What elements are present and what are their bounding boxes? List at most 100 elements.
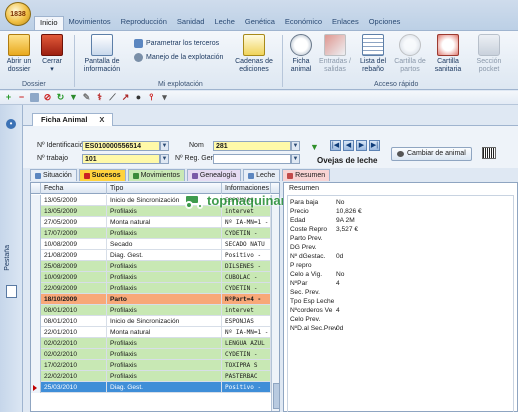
current-row-arrow-icon[interactable]: [31, 382, 41, 393]
chevron-down-icon[interactable]: ▾: [160, 93, 169, 102]
tab-leche[interactable]: Leche: [209, 16, 239, 30]
add-icon[interactable]: +: [4, 93, 13, 102]
first-record-button[interactable]: |◀: [330, 140, 341, 151]
chevron-down-icon[interactable]: ▼: [160, 141, 169, 151]
manejo-explotacion-button[interactable]: Manejo de la explotación: [134, 53, 223, 62]
table-row[interactable]: 08/01/2010 Inicio de Sincronización ESPONJ…: [31, 316, 279, 327]
cell-tipo[interactable]: Profilaxis: [107, 228, 222, 239]
row-selector[interactable]: [31, 327, 41, 338]
row-selector[interactable]: [31, 360, 41, 371]
cell-info[interactable]: DILSENES -: [222, 261, 271, 272]
row-selector[interactable]: [31, 316, 41, 327]
cell-fecha[interactable]: 08/01/2010: [41, 305, 107, 316]
column-header-fecha[interactable]: Fecha: [41, 183, 107, 194]
table-row[interactable]: 02/02/2010 Profilaxis LENGUA AZUL: [31, 338, 279, 349]
table-row[interactable]: 22/01/2010 Monta natural Nº IA-MN=1 -: [31, 327, 279, 338]
cell-info[interactable]: NºPart=4 -: [222, 294, 271, 305]
refresh-icon[interactable]: ↻: [56, 93, 65, 102]
cell-tipo[interactable]: Secado: [107, 239, 222, 250]
cell-fecha[interactable]: 17/02/2010: [41, 360, 107, 371]
reg-gen-field[interactable]: [213, 154, 291, 164]
cell-tipo[interactable]: Inicio de Sincronización: [107, 316, 222, 327]
cell-fecha[interactable]: 17/07/2009: [41, 228, 107, 239]
cadenas-ediciones-button[interactable]: Cadenas de ediciones: [232, 34, 276, 74]
row-selector[interactable]: [31, 349, 41, 360]
sheep-small-icon[interactable]: ●: [134, 93, 143, 102]
pin-icon[interactable]: •: [6, 119, 16, 129]
cell-tipo[interactable]: Profilaxis: [107, 305, 222, 316]
chevron-down-icon[interactable]: ▼: [160, 154, 169, 164]
cell-fecha[interactable]: 22/09/2009: [41, 283, 107, 294]
cell-tipo[interactable]: Diag. Gest.: [107, 382, 222, 393]
tab-ficha-animal[interactable]: Ficha Animal X: [32, 113, 114, 126]
document-icon[interactable]: [6, 285, 17, 298]
table-row[interactable]: 22/09/2009 Profilaxis CYDETIN -: [31, 283, 279, 294]
next-record-button[interactable]: ▶: [356, 140, 367, 151]
prev-record-button[interactable]: ◀: [343, 140, 354, 151]
cell-info[interactable]: CYDETIN -: [222, 283, 271, 294]
chevron-down-icon[interactable]: ▼: [291, 141, 300, 151]
row-selector[interactable]: [31, 228, 41, 239]
cell-tipo[interactable]: Parto: [107, 294, 222, 305]
row-selector[interactable]: [31, 294, 41, 305]
syringe-icon[interactable]: ⚕: [95, 93, 104, 102]
entradas-salidas-button[interactable]: Entradas / salidas: [316, 34, 354, 74]
tab-sucesos[interactable]: Sucesos: [78, 169, 126, 181]
save-icon[interactable]: [30, 93, 39, 102]
cell-tipo[interactable]: Profilaxis: [107, 349, 222, 360]
remove-icon[interactable]: −: [17, 93, 26, 102]
rail-label[interactable]: Pestaña: [4, 245, 18, 271]
cell-info[interactable]: Nº IA-MN=1 -: [222, 327, 271, 338]
seccion-pocket-button[interactable]: Sección pocket: [472, 34, 506, 74]
tab-genealogia[interactable]: Genealogía: [186, 169, 242, 181]
tab-leche-ficha[interactable]: Leche: [243, 169, 281, 181]
table-row[interactable]: 27/05/2009 Monta natural Nº IA-MN=1 -: [31, 217, 279, 228]
abrir-dossier-button[interactable]: Abrir un dossier: [4, 34, 34, 74]
filter-icon[interactable]: ▼: [69, 93, 78, 102]
arrow-icon[interactable]: ↗: [121, 93, 130, 102]
last-record-button[interactable]: ▶|: [369, 140, 380, 151]
row-selector[interactable]: [31, 371, 41, 382]
cell-fecha[interactable]: 02/02/2010: [41, 338, 107, 349]
row-selector[interactable]: [31, 272, 41, 283]
cell-tipo[interactable]: Profilaxis: [107, 261, 222, 272]
app-logo-icon[interactable]: 1838: [5, 2, 31, 26]
barcode-icon[interactable]: [482, 147, 496, 159]
cell-fecha[interactable]: 25/08/2009: [41, 261, 107, 272]
cell-info[interactable]: ESPONJAS: [222, 316, 271, 327]
tab-economico[interactable]: Económico: [280, 16, 327, 30]
trabajo-field[interactable]: 101: [82, 154, 160, 164]
cell-info[interactable]: CYDETIN -: [222, 349, 271, 360]
row-selector[interactable]: [31, 250, 41, 261]
ficha-animal-button[interactable]: Ficha animal: [286, 34, 316, 74]
cell-tipo[interactable]: Profilaxis: [107, 371, 222, 382]
tab-opciones[interactable]: Opciones: [364, 16, 406, 30]
cell-tipo[interactable]: Profilaxis: [107, 338, 222, 349]
tab-sanidad[interactable]: Sanidad: [172, 16, 210, 30]
cell-fecha[interactable]: 21/08/2009: [41, 250, 107, 261]
cell-fecha[interactable]: 13/05/2009: [41, 206, 107, 217]
cell-tipo[interactable]: Profilaxis: [107, 360, 222, 371]
table-row[interactable]: 25/08/2009 Profilaxis DILSENES -: [31, 261, 279, 272]
table-row[interactable]: 08/01/2010 Profilaxis intervet: [31, 305, 279, 316]
cell-info[interactable]: Positivo -: [222, 250, 271, 261]
cell-fecha[interactable]: 10/08/2009: [41, 239, 107, 250]
row-selector[interactable]: [31, 206, 41, 217]
cell-fecha[interactable]: 10/09/2009: [41, 272, 107, 283]
table-row[interactable]: 10/09/2009 Profilaxis CUBOLAC -: [31, 272, 279, 283]
cell-tipo[interactable]: Monta natural: [107, 327, 222, 338]
cambiar-animal-button[interactable]: Cambiar de animal: [391, 147, 472, 161]
tab-genetica[interactable]: Genética: [240, 16, 280, 30]
cell-info[interactable]: TOXIPRA S: [222, 360, 271, 371]
cell-fecha[interactable]: 08/01/2010: [41, 316, 107, 327]
cell-fecha[interactable]: 13/05/2009: [41, 195, 107, 206]
row-selector[interactable]: [31, 217, 41, 228]
vertical-scrollbar[interactable]: [271, 195, 279, 411]
cell-fecha[interactable]: 22/01/2010: [41, 327, 107, 338]
cell-fecha[interactable]: 22/02/2010: [41, 371, 107, 382]
cell-info[interactable]: CUBOLAC -: [222, 272, 271, 283]
cell-fecha[interactable]: 02/02/2010: [41, 349, 107, 360]
table-row[interactable]: 17/02/2010 Profilaxis TOXIPRA S: [31, 360, 279, 371]
row-selector[interactable]: [31, 338, 41, 349]
tab-reproduccion[interactable]: Reproducción: [116, 16, 172, 30]
